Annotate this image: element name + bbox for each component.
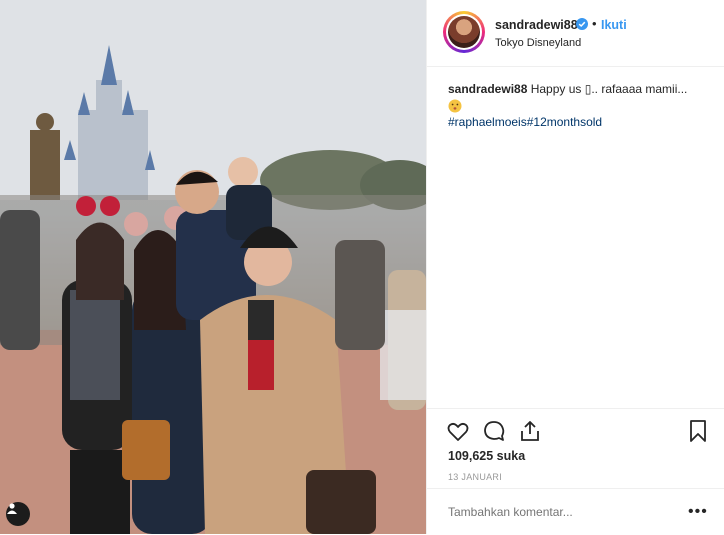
post-caption: sandradewi88 Happy us ▯.. rafaaaa mamii.… — [448, 80, 708, 131]
comment-icon[interactable] — [482, 419, 506, 443]
tagged-users-button[interactable] — [6, 502, 30, 526]
username-link[interactable]: sandradewi88 — [495, 18, 578, 32]
photo-scene — [0, 0, 426, 534]
separator-dot: • — [592, 16, 597, 31]
post-photo[interactable] — [0, 0, 426, 534]
like-count[interactable]: 109,625 suka — [448, 449, 525, 463]
share-icon[interactable] — [518, 419, 542, 443]
action-bar — [427, 408, 724, 449]
comment-input[interactable] — [448, 505, 668, 519]
kissing-face-emoji-icon — [448, 99, 462, 113]
caption-text: Happy us ▯.. rafaaaa mamii... — [530, 82, 688, 96]
bookmark-icon[interactable] — [686, 419, 710, 443]
follow-button[interactable]: Ikuti — [601, 18, 627, 32]
user-tag-icon — [7, 503, 17, 514]
verified-badge-icon — [576, 18, 588, 30]
hashtag-links[interactable]: #raphaelmoeis#12monthsold — [448, 115, 602, 129]
location-link[interactable]: Tokyo Disneyland — [495, 37, 581, 49]
heart-icon[interactable] — [446, 419, 470, 443]
comment-bar: ••• — [427, 488, 724, 535]
post-details-panel: sandradewi88 • Ikuti Tokyo Disneyland sa… — [426, 0, 724, 534]
more-options-button[interactable]: ••• — [688, 503, 708, 521]
avatar[interactable] — [443, 11, 485, 53]
caption-username[interactable]: sandradewi88 — [448, 82, 527, 96]
post-date[interactable]: 13 JANUARI — [448, 472, 502, 482]
post-header: sandradewi88 • Ikuti Tokyo Disneyland — [427, 0, 724, 67]
